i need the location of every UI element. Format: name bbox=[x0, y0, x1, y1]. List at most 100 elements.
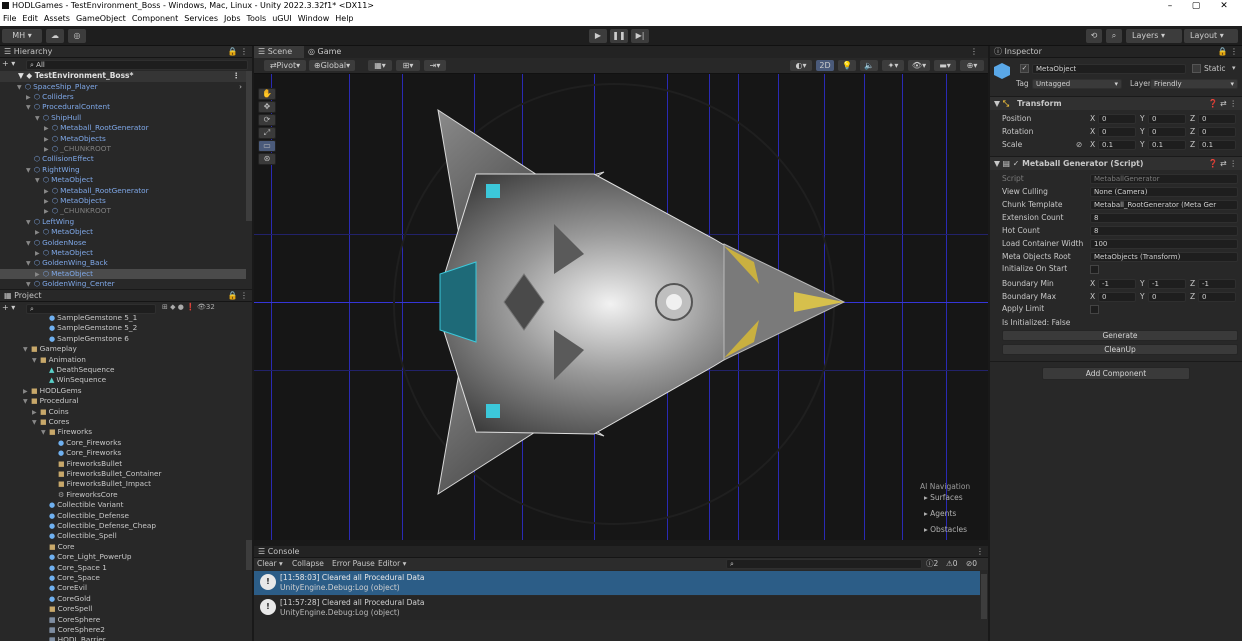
project-item[interactable]: ■ CoreSpell bbox=[0, 604, 246, 614]
hierarchy-item[interactable]: ▼ ⬡ GoldenNose bbox=[0, 238, 246, 248]
nav-surfaces[interactable]: ▸ Surfaces bbox=[924, 493, 963, 502]
grid-visibility-icon[interactable]: ⊞▾ bbox=[396, 60, 420, 71]
hierarchy-item[interactable]: ▶ ⬡ MetaObject bbox=[0, 268, 246, 280]
init-on-start-checkbox[interactable] bbox=[1090, 265, 1099, 274]
spaceship-mesh[interactable] bbox=[254, 74, 988, 540]
scale-tool-icon[interactable]: ⤢ bbox=[258, 127, 276, 139]
add-object-button[interactable]: + ▾ bbox=[2, 59, 22, 70]
editor-dropdown[interactable]: Editor ▾ bbox=[378, 558, 406, 570]
hierarchy-item[interactable]: ▼ ⬡ GoldenWing_Back bbox=[0, 258, 246, 268]
tab-game[interactable]: ◎ Game bbox=[308, 46, 352, 58]
audio-icon[interactable]: 🔈 bbox=[860, 60, 878, 71]
generate-button[interactable]: Generate bbox=[1002, 330, 1238, 341]
project-item[interactable]: ▦ CoreSphere2 bbox=[0, 625, 246, 635]
hierarchy-item[interactable]: ▶ ⬡ MetaObject bbox=[0, 227, 246, 237]
project-item[interactable]: ▼ ■ Gameplay bbox=[0, 344, 246, 354]
project-item[interactable]: ● Collectible_Spell bbox=[0, 531, 246, 541]
boundary-max-z-field[interactable]: 0 bbox=[1198, 291, 1236, 302]
layers-dropdown[interactable]: Layers ▾ bbox=[1126, 29, 1182, 43]
menu-jobs[interactable]: Jobs bbox=[221, 12, 244, 26]
play-icon[interactable]: ▶ bbox=[589, 29, 607, 43]
static-dropdown-icon[interactable]: ▾ bbox=[1232, 64, 1236, 72]
gizmos-icon[interactable]: ⊕▾ bbox=[960, 60, 984, 71]
account-button[interactable]: MH ▾ bbox=[2, 29, 42, 43]
2d-toggle-button[interactable]: 2D bbox=[816, 60, 834, 71]
maximize-button[interactable]: ▢ bbox=[1186, 0, 1206, 12]
script-field-value[interactable]: 8 bbox=[1090, 225, 1238, 236]
script-field-value[interactable]: 8 bbox=[1090, 212, 1238, 223]
hierarchy-item[interactable]: ▶ ⬡ Metaball_RootGenerator bbox=[0, 186, 246, 196]
layer-dropdown[interactable]: Friendly ▾ bbox=[1150, 79, 1238, 89]
transform-header[interactable]: ▼ ⤡ Transform ❓ ⇄ ⋮ bbox=[990, 96, 1242, 110]
project-item[interactable]: ● CoreGold bbox=[0, 594, 246, 604]
boundary-max-y-field[interactable]: 0 bbox=[1148, 291, 1186, 302]
minimize-button[interactable]: – bbox=[1160, 0, 1180, 12]
project-item[interactable]: ▶ ■ Coins bbox=[0, 407, 246, 417]
project-item[interactable]: ● CoreEvil bbox=[0, 583, 246, 593]
nav-agents[interactable]: ▸ Agents bbox=[924, 509, 956, 518]
camera-icon[interactable]: ▬▾ bbox=[934, 60, 956, 71]
hierarchy-item[interactable]: ▶ ⬡ MetaObject bbox=[0, 248, 246, 258]
log-entry[interactable]: ! [11:57:28] Cleared all Procedural Data… bbox=[254, 596, 980, 620]
hierarchy-item[interactable]: ▶ ⬡ Metaball_RootGenerator bbox=[0, 123, 246, 133]
hierarchy-item[interactable]: ▼ ⬡ ProceduralContent bbox=[0, 102, 246, 112]
fold-arrow-icon[interactable]: ▼ bbox=[26, 280, 34, 289]
layout-dropdown[interactable]: Layout ▾ bbox=[1184, 29, 1238, 43]
pause-icon[interactable]: ❚❚ bbox=[610, 29, 628, 43]
console-search-input[interactable]: ⌕ bbox=[726, 559, 922, 569]
global-dropdown[interactable]: ⊕Global▾ bbox=[309, 60, 355, 71]
position-y-field[interactable]: 0 bbox=[1148, 113, 1186, 124]
close-button[interactable]: ✕ bbox=[1214, 0, 1234, 12]
project-item[interactable]: ▲ WinSequence bbox=[0, 375, 246, 385]
tag-dropdown[interactable]: Untagged ▾ bbox=[1032, 79, 1122, 89]
grid-snap-icon[interactable]: ▦▾ bbox=[368, 60, 392, 71]
hierarchy-item[interactable]: ▼ ⬡ ShipHull bbox=[0, 113, 246, 123]
project-item[interactable]: ● Core_Fireworks bbox=[0, 438, 246, 448]
project-item[interactable]: ● SampleGemstone 5_2 bbox=[0, 323, 246, 333]
collapse-button[interactable]: Collapse bbox=[292, 558, 324, 570]
project-scrollbar[interactable] bbox=[246, 540, 252, 570]
project-item[interactable]: ● Core_Space 1 bbox=[0, 563, 246, 573]
nav-obstacles[interactable]: ▸ Obstacles bbox=[924, 525, 967, 534]
project-item[interactable]: ⚙ FireworksCore bbox=[0, 490, 246, 500]
step-icon[interactable]: ▶| bbox=[631, 29, 649, 43]
menu-services[interactable]: Services bbox=[181, 12, 221, 26]
menu-component[interactable]: Component bbox=[129, 12, 181, 26]
script-field-value[interactable]: Metaball_RootGenerator (Meta Ger bbox=[1090, 199, 1238, 210]
project-item[interactable]: ■ FireworksBullet_Impact bbox=[0, 479, 246, 489]
boundary-min-x-field[interactable]: -1 bbox=[1098, 278, 1136, 289]
boundary-min-y-field[interactable]: -1 bbox=[1148, 278, 1186, 289]
menu-file[interactable]: File bbox=[0, 12, 19, 26]
project-item[interactable]: ● Collectible_Defense_Cheap bbox=[0, 521, 246, 531]
warning-count-toggle[interactable]: ⚠0 bbox=[946, 558, 958, 570]
project-item[interactable]: ▶ ■ HODLGems bbox=[0, 386, 246, 396]
project-item[interactable]: ● Core_Light_PowerUp bbox=[0, 552, 246, 562]
pivot-dropdown[interactable]: ⇄Pivot▾ bbox=[264, 60, 306, 71]
menu-window[interactable]: Window bbox=[295, 12, 333, 26]
rect-tool-icon[interactable]: ▭ bbox=[258, 140, 276, 152]
project-item[interactable]: ▼ ■ Fireworks bbox=[0, 427, 246, 437]
project-item[interactable]: ▼ ■ Procedural bbox=[0, 396, 246, 406]
project-item[interactable]: ● SampleGemstone 5_1 bbox=[0, 313, 246, 323]
project-item[interactable]: ● Collectible_Defense bbox=[0, 511, 246, 521]
menu-edit[interactable]: Edit bbox=[19, 12, 41, 26]
tab-scene[interactable]: ☰ Scene bbox=[254, 46, 304, 58]
hand-tool-icon[interactable]: ✋ bbox=[258, 88, 276, 100]
menu-assets[interactable]: Assets bbox=[41, 12, 73, 26]
object-name-field[interactable]: MetaObject bbox=[1032, 64, 1186, 74]
hidden-objects-icon[interactable]: 👁▾ bbox=[908, 60, 930, 71]
project-item[interactable]: ▲ DeathSequence bbox=[0, 365, 246, 375]
rotation-z-field[interactable]: 0 bbox=[1198, 126, 1236, 137]
hierarchy-item[interactable]: ▼ ⬡ SpaceShip_Player › bbox=[0, 82, 246, 92]
hierarchy-item[interactable]: ▶ ⬡ MetaObjects bbox=[0, 196, 246, 206]
scene-tab-menu[interactable]: ⋮ bbox=[970, 46, 988, 58]
cleanup-button[interactable]: CleanUp bbox=[1002, 344, 1238, 355]
hierarchy-item[interactable]: ⬡ CollisionEffect bbox=[0, 154, 246, 164]
cloud-icon[interactable]: ☁ bbox=[46, 29, 64, 43]
log-entry[interactable]: ! [11:58:03] Cleared all Procedural Data… bbox=[254, 571, 980, 595]
constrain-proportions-icon[interactable]: ⊘ bbox=[1076, 138, 1082, 151]
script-field-value[interactable]: None (Camera) bbox=[1090, 186, 1238, 197]
project-item[interactable]: ● Collectible Variant bbox=[0, 500, 246, 510]
scale-y-field[interactable]: 0.1 bbox=[1148, 139, 1186, 150]
rotation-y-field[interactable]: 0 bbox=[1148, 126, 1186, 137]
